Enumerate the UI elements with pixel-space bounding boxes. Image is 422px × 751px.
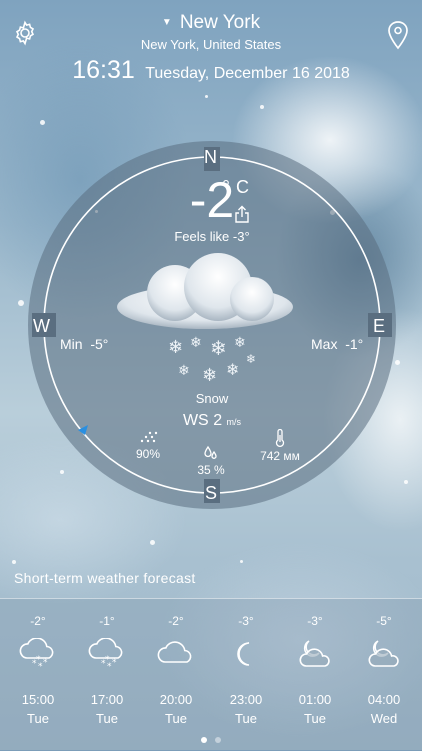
forecast-item[interactable]: -3° 23:00 Tue xyxy=(211,614,281,726)
min-temperature: Min -5° xyxy=(60,336,108,352)
snow-cloud-icon: * * ** xyxy=(88,638,123,670)
cloud-icon xyxy=(157,641,192,663)
header: ▼ New York New York, United States 16:31 … xyxy=(0,0,422,100)
humidity-drops-icon xyxy=(204,445,217,459)
forecast-temp: -2° xyxy=(168,614,184,628)
forecast-day: Tue xyxy=(304,711,326,726)
forecast-time: 04:00 xyxy=(367,692,401,707)
region-label: New York, United States xyxy=(140,37,282,52)
wind-unit: m/s xyxy=(226,417,242,427)
current-time: 16:31 xyxy=(72,56,135,84)
wind-direction-marker xyxy=(78,425,88,435)
current-date: Tuesday, December 16 2018 xyxy=(145,65,350,82)
page-indicator[interactable] xyxy=(0,730,422,748)
current-temperature: -2 xyxy=(189,172,235,228)
min-label: Min xyxy=(60,336,83,352)
condition-label: Snow xyxy=(195,391,229,406)
compass-east: E xyxy=(373,316,386,336)
forecast-item[interactable]: -2° * * * * 15:00 Tue xyxy=(3,614,73,726)
forecast-temp: -3° xyxy=(238,614,254,628)
weather-dial: N S W E -2 ° C Feels like -3° Min -5° Ma… xyxy=(28,141,396,509)
forecast-item[interactable]: -3° 01:00 Tue xyxy=(280,614,350,726)
share-icon[interactable] xyxy=(234,205,250,223)
compass-west: W xyxy=(33,316,50,336)
forecast-day: Wed xyxy=(370,711,398,726)
forecast-item[interactable]: -2° 20:00 Tue xyxy=(141,614,211,726)
forecast-temp: -3° xyxy=(307,614,323,628)
forecast-item[interactable]: -1° * * * * 17:00 Tue xyxy=(72,614,142,726)
svg-text:❄: ❄ xyxy=(234,335,246,351)
forecast-time: 01:00 xyxy=(298,692,332,707)
forecast-time: 23:00 xyxy=(229,692,263,707)
forecast-temp: -5° xyxy=(376,614,392,628)
max-value: -1° xyxy=(345,336,364,352)
forecast-day: Tue xyxy=(96,711,118,726)
svg-text:*: * xyxy=(43,658,48,668)
forecast-day: Tue xyxy=(165,711,187,726)
forecast-temp: -2° xyxy=(30,614,46,628)
compass-south: S xyxy=(205,483,218,503)
degree-symbol: ° xyxy=(222,177,230,199)
precipitation-metric: 90% xyxy=(126,431,170,461)
svg-text:❄: ❄ xyxy=(226,360,239,379)
svg-text:❄: ❄ xyxy=(246,352,256,366)
feels-like: Feels like -3° xyxy=(174,229,250,244)
location-pin-icon[interactable] xyxy=(386,20,410,50)
forecast-day: Tue xyxy=(235,711,257,726)
moon-cloud-icon xyxy=(299,640,330,667)
humidity-metric: 35 % xyxy=(188,445,234,477)
forecast-item[interactable]: -5° 04:00 Wed xyxy=(349,614,419,726)
forecast-title: Short-term weather forecast xyxy=(14,570,196,586)
city-selector[interactable]: ▼ New York xyxy=(0,12,422,34)
moon-cloud-icon xyxy=(368,640,399,667)
wind-value: 2 xyxy=(213,412,223,429)
page-dot-active[interactable] xyxy=(201,737,207,743)
forecast-time: 15:00 xyxy=(21,692,55,707)
min-value: -5° xyxy=(90,336,109,352)
forecast-time: 20:00 xyxy=(159,692,193,707)
forecast-day: Tue xyxy=(27,711,49,726)
compass-north: N xyxy=(204,147,217,167)
max-temperature: Max -1° xyxy=(311,336,363,352)
wind-label: WS xyxy=(182,412,209,429)
pressure-metric: 742 мм xyxy=(250,429,310,463)
snow-cloud-icon: ❄ ❄ ❄ ❄ ❄ ❄ ❄ ❄ xyxy=(117,253,293,386)
svg-text:❄: ❄ xyxy=(168,337,183,358)
humidity-value: 35 % xyxy=(197,463,225,477)
temperature-unit[interactable]: C xyxy=(236,177,249,198)
svg-text:*: * xyxy=(36,655,41,665)
max-label: Max xyxy=(311,336,338,352)
rain-drops-icon xyxy=(140,431,158,443)
svg-text:*: * xyxy=(112,658,117,668)
svg-text:❄: ❄ xyxy=(178,363,190,379)
svg-text:❄: ❄ xyxy=(190,335,202,351)
svg-text:❄: ❄ xyxy=(210,336,227,360)
moon-icon xyxy=(237,642,250,666)
forecast-temp: -1° xyxy=(99,614,115,628)
city-name: New York xyxy=(179,12,261,33)
pressure-value: 742 мм xyxy=(260,449,300,463)
svg-text:*: * xyxy=(105,655,110,665)
thermometer-icon xyxy=(275,429,285,447)
caret-down-icon: ▼ xyxy=(161,17,172,29)
page-dot[interactable] xyxy=(215,737,221,743)
precipitation-value: 90% xyxy=(135,447,161,461)
svg-text:❄: ❄ xyxy=(202,365,217,386)
datetime: 16:31 Tuesday, December 16 2018 xyxy=(0,56,422,85)
snow-cloud-icon: * * ** xyxy=(19,638,54,670)
forecast-time: 17:00 xyxy=(90,692,124,707)
